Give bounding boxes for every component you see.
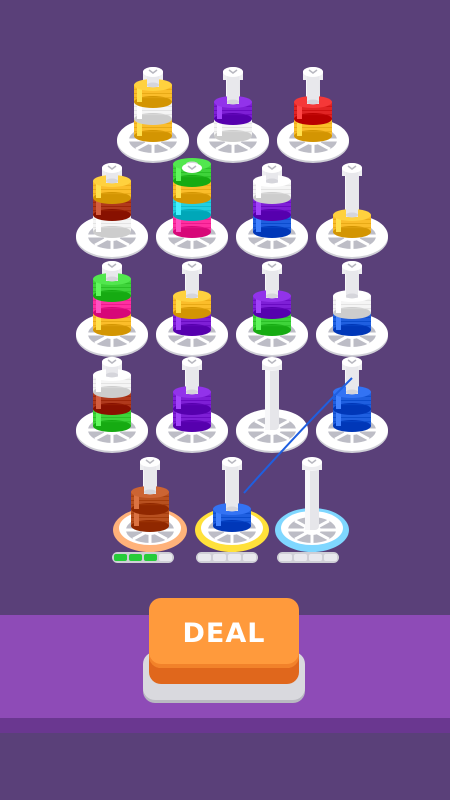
progress-segment <box>309 554 322 561</box>
progress-bar-2 <box>196 552 258 563</box>
progress-segment <box>279 554 292 561</box>
progress-segment <box>144 554 157 561</box>
deal-button-face[interactable]: DEAL <box>149 598 299 668</box>
progress-segment <box>159 554 172 561</box>
progress-segment <box>213 554 226 561</box>
progress-segment <box>129 554 142 561</box>
progress-segment <box>324 554 337 561</box>
target-spool-1[interactable] <box>110 452 190 602</box>
deal-button[interactable]: DEAL <box>143 598 305 702</box>
progress-segment <box>114 554 127 561</box>
progress-segment <box>198 554 211 561</box>
progress-bar-1 <box>112 552 174 563</box>
progress-bar-3 <box>277 552 339 563</box>
bottom-strip-shadow <box>0 718 450 733</box>
deal-button-label: DEAL <box>182 617 266 649</box>
progress-segment <box>294 554 307 561</box>
target-spool-2[interactable] <box>192 452 272 602</box>
progress-segment <box>243 554 256 561</box>
progress-segment <box>228 554 241 561</box>
target-spool-3[interactable] <box>272 452 352 602</box>
